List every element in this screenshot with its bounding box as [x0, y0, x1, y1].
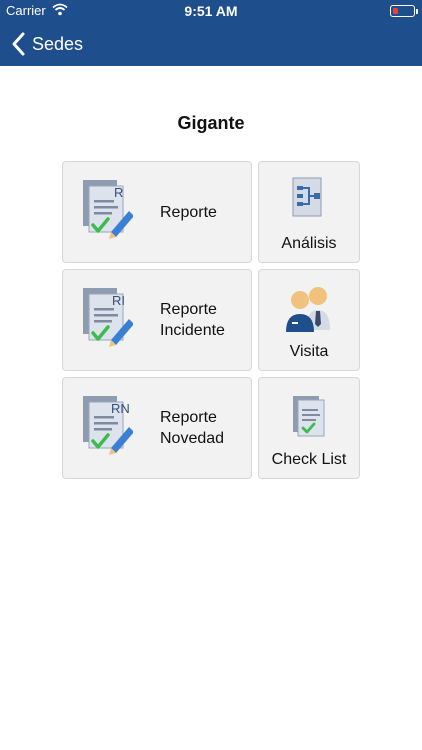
- status-bar: Carrier 9:51 AM: [0, 0, 422, 22]
- reporte-novedad-label: Reporte Novedad: [160, 409, 225, 447]
- incident-report-icon: RI: [83, 288, 133, 347]
- battery-tip: [416, 9, 418, 14]
- visita-button[interactable]: Visita: [258, 269, 360, 371]
- battery-icon: [390, 5, 415, 17]
- back-button-label: Sedes: [32, 33, 84, 54]
- visit-icon: [286, 287, 330, 332]
- reporte-incidente-label: Reporte Incidente: [160, 301, 225, 339]
- reporte-incidente-button[interactable]: RI Reporte Incidente: [62, 269, 252, 371]
- analysis-icon: [292, 177, 322, 217]
- check-list-button[interactable]: Check List: [258, 377, 360, 479]
- app-header: Carrier 9:51 AM Sedes: [0, 0, 422, 66]
- report-badge: R: [114, 185, 123, 200]
- news-report-icon: RN: [83, 396, 133, 455]
- reporte-label: Reporte: [160, 203, 217, 221]
- news-badge: RN: [111, 401, 130, 416]
- check-list-label: Check List: [271, 451, 347, 468]
- checklist-icon: [293, 396, 325, 437]
- report-icon: R: [83, 180, 133, 239]
- page-title: Gigante: [177, 113, 245, 133]
- reporte-button[interactable]: R Reporte: [62, 161, 252, 263]
- clock: 9:51 AM: [184, 3, 238, 19]
- analisis-label: Análisis: [281, 235, 337, 252]
- visita-label: Visita: [289, 343, 329, 360]
- reporte-novedad-button[interactable]: RN Reporte Novedad: [62, 377, 252, 479]
- incident-badge: RI: [112, 293, 125, 308]
- chevron-left-icon: [12, 32, 25, 56]
- back-button[interactable]: Sedes: [10, 30, 83, 58]
- analisis-button[interactable]: Análisis: [258, 161, 360, 263]
